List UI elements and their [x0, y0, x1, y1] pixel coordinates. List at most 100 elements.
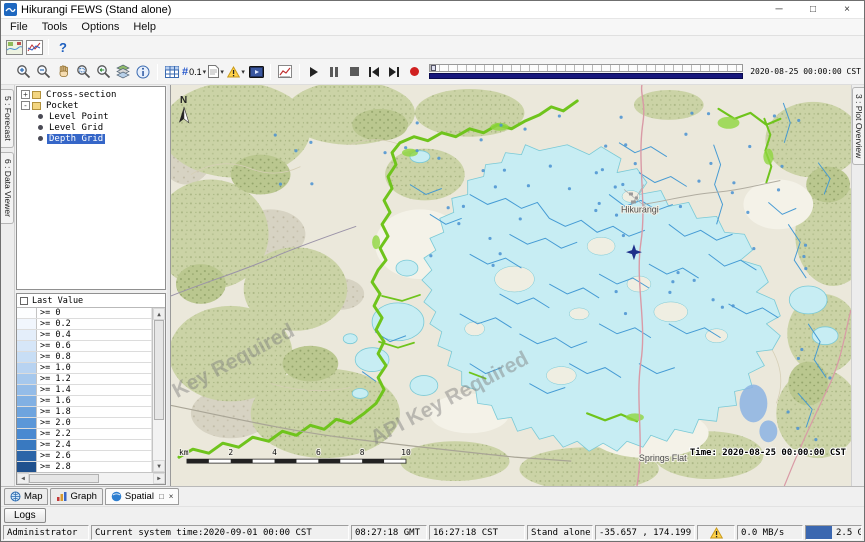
- close-button[interactable]: ×: [830, 1, 864, 18]
- pan-hand-icon: [56, 64, 71, 79]
- legend-list: >= 0>= 0.2>= 0.4>= 0.6>= 0.8>= 1.0>= 1.2…: [17, 308, 152, 472]
- map-label-springs-flat: Springs Flat: [639, 453, 687, 463]
- tree-item-cross-section[interactable]: +Cross-section: [17, 89, 165, 100]
- legend-row[interactable]: >= 1.2: [17, 374, 152, 385]
- animation-button[interactable]: [246, 62, 266, 82]
- legend-vertical-scrollbar[interactable]: ▲ ▼: [152, 308, 165, 472]
- scrollbar-track[interactable]: [153, 420, 165, 460]
- toolbar-separator: [157, 64, 158, 80]
- tab-spatial[interactable]: Spatial □ ×: [105, 488, 180, 505]
- warning-icon: [710, 527, 723, 539]
- scroll-down-icon[interactable]: ▼: [153, 460, 165, 472]
- pan-button[interactable]: [53, 62, 73, 82]
- document-icon: [208, 65, 219, 78]
- zoom-in-button[interactable]: [13, 62, 33, 82]
- menubar: FileToolsOptionsHelp: [1, 19, 864, 36]
- status-coordinates: -35.657 , 174.199: [595, 525, 695, 540]
- panel-close-icon[interactable]: ×: [169, 492, 174, 501]
- logs-button[interactable]: Logs: [4, 508, 46, 523]
- menu-tools[interactable]: Tools: [35, 20, 75, 34]
- scroll-up-icon[interactable]: ▲: [153, 308, 165, 320]
- menu-options[interactable]: Options: [74, 20, 126, 34]
- legend-row[interactable]: >= 0.2: [17, 319, 152, 330]
- legend-label: >= 2.8: [37, 462, 152, 472]
- legend-row[interactable]: >= 0.4: [17, 330, 152, 341]
- tab-map[interactable]: Map: [4, 488, 48, 505]
- legend-row[interactable]: >= 2.2: [17, 429, 152, 440]
- legend-row[interactable]: >= 1.4: [17, 385, 152, 396]
- menu-file[interactable]: File: [3, 20, 35, 34]
- map-display-button[interactable]: [4, 37, 24, 57]
- scrollbar-thumb[interactable]: [154, 320, 164, 420]
- statusbar: Administrator Current system time:2020-0…: [1, 524, 864, 541]
- timeline-handle[interactable]: [431, 65, 436, 71]
- maximize-button[interactable]: □: [796, 1, 830, 18]
- legend-horizontal-scrollbar[interactable]: ◀ ▶: [17, 472, 165, 484]
- timeline-slider[interactable]: [429, 62, 743, 82]
- tab-forecast[interactable]: 5 : Forecast: [1, 89, 14, 148]
- legend-row[interactable]: >= 2.6: [17, 451, 152, 462]
- legend-swatch: [17, 429, 37, 439]
- stop-button[interactable]: [344, 62, 364, 82]
- zoom-box-button[interactable]: [73, 62, 93, 82]
- info-button[interactable]: [133, 62, 153, 82]
- zoom-out-button[interactable]: [33, 62, 53, 82]
- tree-item-level-point[interactable]: Level Point: [17, 111, 165, 122]
- last-value-checkbox[interactable]: [20, 297, 28, 305]
- titlebar[interactable]: Hikurangi FEWS (Stand alone) ─ □ ×: [1, 1, 864, 19]
- tree-item-label: Pocket: [44, 101, 81, 111]
- left-tab-strip: 5 : Forecast 6 : Data Viewer: [1, 85, 15, 486]
- tree-item-depth-grid[interactable]: Depth Grid: [17, 133, 165, 144]
- tree-item-pocket[interactable]: - Pocket: [17, 100, 165, 111]
- grid-display-button[interactable]: [162, 62, 182, 82]
- record-button[interactable]: [404, 62, 424, 82]
- warning-dropdown[interactable]: ▾: [226, 62, 246, 82]
- minimize-button[interactable]: ─: [762, 1, 796, 18]
- status-warning-cell[interactable]: [697, 525, 735, 540]
- tab-plot-overview[interactable]: 3 : Plot Overview: [852, 87, 864, 165]
- legend-row[interactable]: >= 1.6: [17, 396, 152, 407]
- zoom-out-icon: [36, 64, 51, 79]
- help-button[interactable]: ?: [53, 37, 73, 57]
- legend-row[interactable]: >= 2.8: [17, 462, 152, 472]
- scroll-left-icon[interactable]: ◀: [17, 473, 29, 484]
- legend-row[interactable]: >= 1.0: [17, 363, 152, 374]
- legend-row[interactable]: >= 0.6: [17, 341, 152, 352]
- scrollbar-track[interactable]: [99, 473, 153, 484]
- legend-row[interactable]: >= 0.8: [17, 352, 152, 363]
- first-step-button[interactable]: [364, 62, 384, 82]
- legend-row[interactable]: >= 2.0: [17, 418, 152, 429]
- legend-label: >= 2.0: [37, 418, 152, 428]
- status-cst-time: 16:27:18 CST: [429, 525, 525, 540]
- legend-row[interactable]: >= 2.4: [17, 440, 152, 451]
- legend-row[interactable]: >= 1.8: [17, 407, 152, 418]
- profile-button[interactable]: [275, 62, 295, 82]
- menu-help[interactable]: Help: [126, 20, 163, 34]
- threshold-dropdown[interactable]: # 0.1 ▾: [182, 62, 206, 82]
- last-step-button[interactable]: [384, 62, 404, 82]
- node-bullet-icon: [38, 114, 43, 119]
- toolbar-separator: [270, 64, 271, 80]
- pause-button[interactable]: [324, 62, 344, 82]
- tab-graph[interactable]: Graph: [50, 488, 102, 505]
- tab-data-viewer[interactable]: 6 : Data Viewer: [1, 152, 14, 224]
- timeseries-display-button[interactable]: [24, 37, 44, 57]
- legend-label: >= 1.2: [37, 374, 152, 384]
- legend-header-label: Last Value: [32, 296, 83, 306]
- document-dropdown[interactable]: ▾: [206, 62, 226, 82]
- tree-item-level-grid[interactable]: Level Grid: [17, 122, 165, 133]
- map-panel[interactable]: Hikurangi Springs Flat API Key Required …: [170, 85, 851, 486]
- map-canvas[interactable]: Hikurangi Springs Flat API Key Required …: [171, 85, 851, 486]
- zoom-previous-button[interactable]: [93, 62, 113, 82]
- tree-expander-icon[interactable]: +: [21, 90, 30, 99]
- layers-button[interactable]: [113, 62, 133, 82]
- legend-row[interactable]: >= 0: [17, 308, 152, 319]
- scrollbar-thumb[interactable]: [29, 474, 99, 483]
- scroll-right-icon[interactable]: ▶: [153, 473, 165, 484]
- toolbar-displays: ?: [1, 36, 864, 59]
- timeline-track[interactable]: [429, 64, 743, 72]
- legend-swatch: [17, 352, 37, 362]
- play-button[interactable]: [304, 62, 324, 82]
- panel-maximize-icon[interactable]: □: [159, 492, 164, 501]
- tree-expander-icon[interactable]: -: [21, 101, 30, 110]
